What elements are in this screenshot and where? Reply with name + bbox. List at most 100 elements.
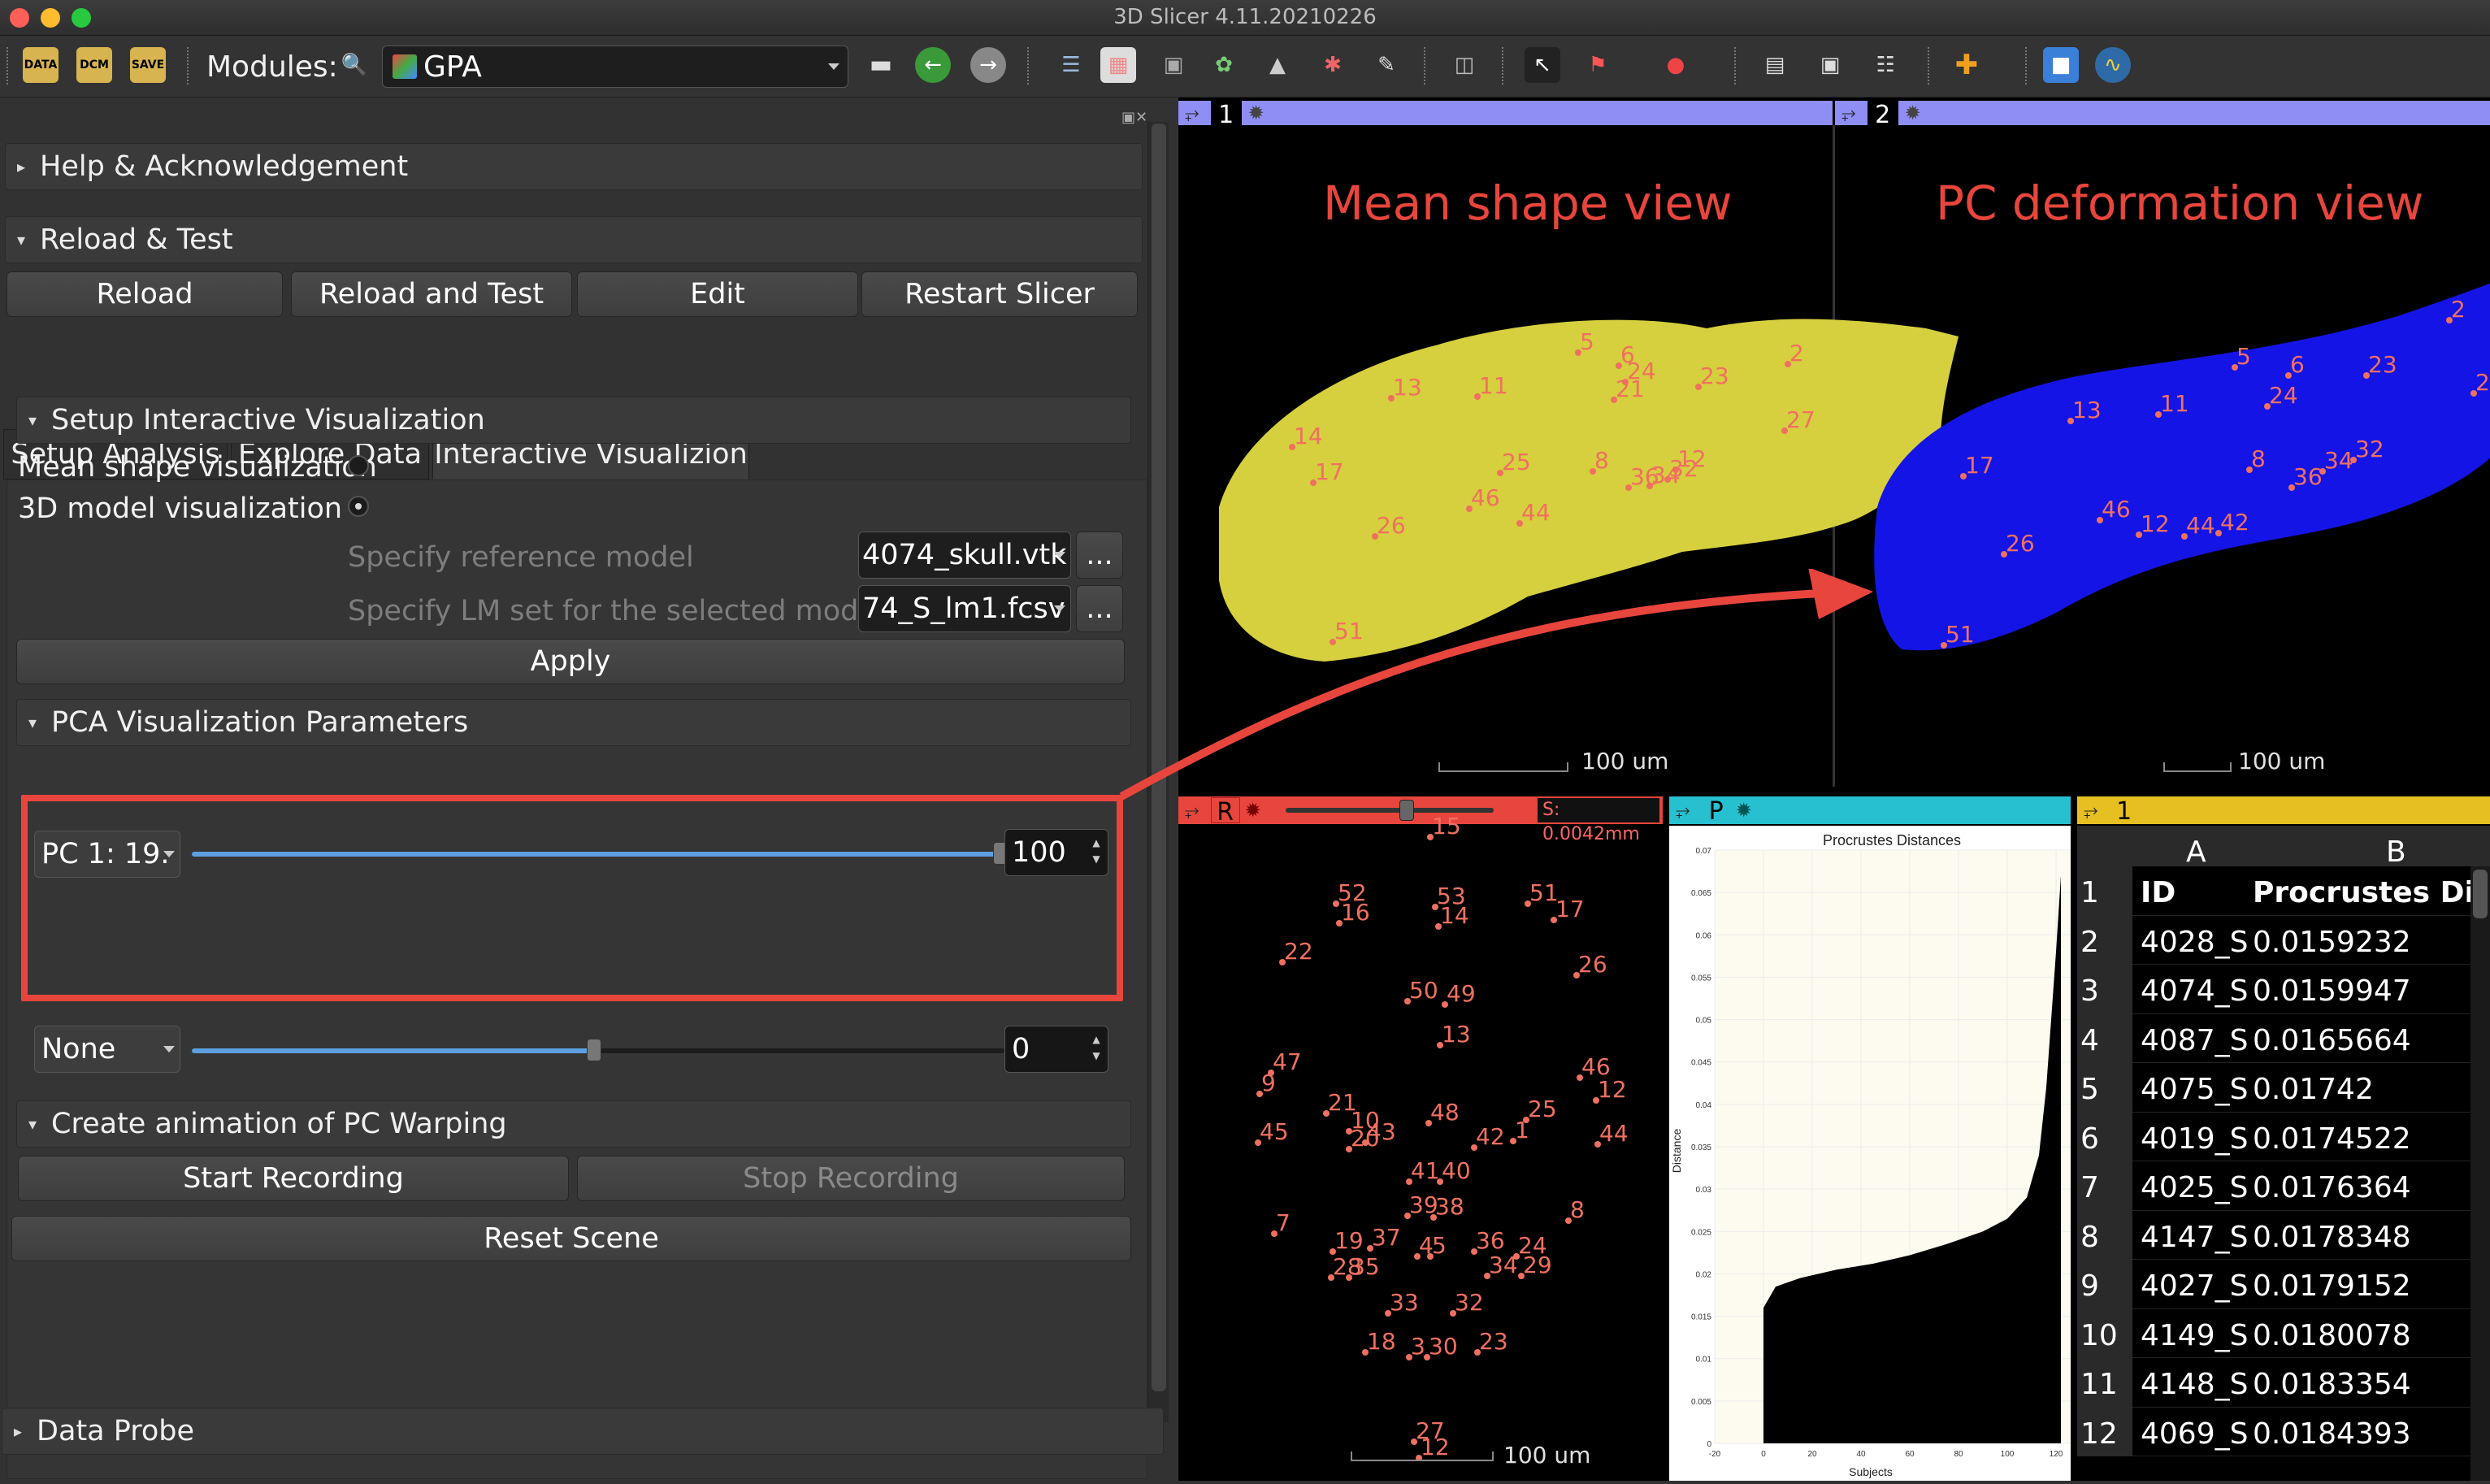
markups-icon[interactable]: ✱ (1315, 47, 1351, 83)
row-number[interactable]: 12 (2080, 1417, 2118, 1451)
row-number[interactable]: 1 (2080, 876, 2099, 909)
pin-icon[interactable]: ⥅ (1841, 103, 1856, 124)
pin-icon[interactable]: ⥅ (2084, 801, 2098, 821)
plot-view-controller-bar[interactable]: ⥅ P ✹ (1669, 796, 2071, 826)
table-scrollbar[interactable] (2470, 866, 2490, 1481)
pc2-select[interactable]: None (34, 1026, 180, 1073)
restart-slicer-button[interactable]: Restart Slicer (861, 271, 1138, 317)
slice-offset-slider[interactable] (1286, 808, 1494, 813)
data-module-icon[interactable]: ☰ (1053, 47, 1089, 83)
place-point-icon[interactable]: ● (1658, 47, 1694, 83)
pca-parameters-section-header[interactable]: ▾ PCA Visualization Parameters (16, 699, 1131, 746)
setup-interactive-section-header[interactable]: ▾ Setup Interactive Visualization (16, 397, 1131, 444)
row-number[interactable]: 11 (2080, 1368, 2118, 1401)
annotation-icon[interactable]: ✎ (1369, 47, 1404, 83)
reload-and-test-button[interactable]: Reload and Test (291, 271, 572, 317)
volumes-icon[interactable]: ▦ (1100, 47, 1136, 83)
distance-cell[interactable]: 0.0180078 (2253, 1319, 2411, 1352)
slice-view-controller-bar[interactable]: ⥅ R ✹ S: 0.0042mm (1178, 796, 1663, 844)
row-number[interactable]: 6 (2080, 1122, 2099, 1156)
view2-controller-bar[interactable]: ⥅ 2 ✹ (1835, 101, 2490, 129)
view-options-icon[interactable]: ✹ (1905, 102, 1921, 124)
python-console-icon[interactable]: ∿ (2095, 47, 2131, 83)
camera-icon[interactable]: ▣ (1812, 47, 1848, 83)
column-header-a[interactable]: A (2186, 835, 2206, 869)
mouse-pointer-icon[interactable]: ↖ (1525, 47, 1560, 83)
extension-manager-icon[interactable]: ■ (2043, 47, 2079, 83)
module-search-icon[interactable]: 🔍 (336, 47, 372, 83)
crosshair-icon[interactable]: ✚ (1949, 47, 1985, 83)
forward-arrow-icon[interactable]: → (970, 47, 1006, 83)
place-fiducial-icon[interactable]: ⚑ (1580, 47, 1616, 83)
mean-shape-radio[interactable] (348, 455, 369, 476)
load-data-icon[interactable]: DATA (23, 47, 59, 83)
row-number[interactable]: 7 (2080, 1171, 2099, 1204)
save-data-icon[interactable]: SAVE (130, 47, 166, 83)
distance-cell[interactable]: 0.0159947 (2253, 974, 2411, 1008)
table-scrollbar-thumb[interactable] (2473, 870, 2488, 918)
id-cell[interactable]: 4019_S (2141, 1122, 2248, 1156)
row-number[interactable]: 5 (2080, 1073, 2099, 1106)
distance-cell[interactable]: 0.0174522 (2253, 1122, 2411, 1156)
plot-options-icon[interactable]: ✹ (1736, 799, 1752, 822)
pin-icon[interactable]: ⥅ (1185, 801, 1199, 821)
id-cell[interactable]: 4027_S (2141, 1269, 2248, 1303)
pc1-select[interactable]: PC 1: 19. (34, 831, 180, 878)
id-cell[interactable]: 4148_S (2141, 1368, 2248, 1401)
distance-cell[interactable]: 0.0184393 (2253, 1417, 2411, 1451)
pc1-value-spinbox[interactable]: 100 ▲ ▼ (1004, 829, 1108, 876)
back-arrow-icon[interactable]: ← (915, 47, 951, 83)
id-cell[interactable]: 4147_S (2141, 1221, 2248, 1254)
id-cell[interactable]: 4087_S (2141, 1024, 2248, 1057)
segment-editor-icon[interactable]: ✿ (1206, 47, 1242, 83)
id-cell[interactable]: 4074_S (2141, 974, 2248, 1008)
pin-icon[interactable]: ⥅ (1185, 103, 1199, 124)
screenshot-icon[interactable]: ▤ (1757, 47, 1793, 83)
data-probe-section-header[interactable]: ▸ Data Probe (2, 1408, 1164, 1455)
row-number[interactable]: 8 (2080, 1221, 2099, 1254)
row-number[interactable]: 2 (2080, 926, 2099, 959)
id-cell[interactable]: 4069_S (2141, 1417, 2248, 1451)
lm-set-select[interactable]: 74_S_lm1.fcsv (858, 585, 1071, 632)
distance-cell[interactable]: 0.0179152 (2253, 1269, 2411, 1303)
models-icon[interactable]: ▣ (1156, 47, 1191, 83)
id-cell[interactable]: 4028_S (2141, 926, 2248, 959)
view-link-icon[interactable]: ☷ (1868, 47, 1903, 83)
table-view-controller-bar[interactable]: ⥅ 1 (2077, 796, 2490, 826)
row-number[interactable]: 4 (2080, 1024, 2099, 1057)
spin-arrows-icon[interactable]: ▲ ▼ (1088, 1031, 1104, 1067)
id-cell[interactable]: 4149_S (2141, 1319, 2248, 1352)
view-options-icon[interactable]: ✹ (1248, 102, 1265, 124)
reload-test-section-header[interactable]: ▾ Reload & Test (5, 216, 1143, 263)
help-section-header[interactable]: ▸ Help & Acknowledgement (5, 143, 1143, 190)
distance-cell[interactable]: 0.0178348 (2253, 1221, 2411, 1254)
slice-options-icon[interactable]: ✹ (1245, 799, 1261, 822)
layout-icon[interactable]: ◫ (1447, 47, 1482, 83)
stop-recording-button[interactable]: Stop Recording (577, 1156, 1125, 1201)
distance-cell[interactable]: 0.0183354 (2253, 1368, 2411, 1401)
spin-arrows-icon[interactable]: ▲ ▼ (1088, 835, 1104, 870)
3d-model-radio[interactable] (348, 496, 369, 517)
distance-cell[interactable]: 0.0159232 (2253, 926, 2411, 959)
pin-icon[interactable]: ⥅ (1676, 801, 1690, 821)
animation-section-header[interactable]: ▾ Create animation of PC Warping (16, 1100, 1131, 1148)
view1-controller-bar[interactable]: ⥅ 1 ✹ (1178, 101, 1833, 129)
row-number[interactable]: 9 (2080, 1269, 2099, 1303)
distance-cell[interactable]: 0.01742 (2253, 1073, 2374, 1106)
slice-offset-handle[interactable] (1399, 800, 1414, 821)
apply-button[interactable]: Apply (16, 639, 1125, 684)
reload-button[interactable]: Reload (7, 271, 283, 317)
module-selector[interactable]: GPA (382, 46, 848, 88)
start-recording-button[interactable]: Start Recording (18, 1156, 569, 1201)
dicom-icon[interactable]: DCM (76, 47, 112, 83)
distance-cell[interactable]: Procrustes Dist (2253, 876, 2490, 909)
id-cell[interactable]: ID (2141, 876, 2175, 909)
distance-cell[interactable]: 0.0176364 (2253, 1171, 2411, 1204)
transforms-icon[interactable]: ▲ (1260, 47, 1295, 83)
pc2-slider-handle[interactable] (587, 1039, 601, 1061)
row-number[interactable]: 10 (2080, 1319, 2118, 1352)
module-history-icon[interactable]: ▬ (863, 47, 899, 83)
id-cell[interactable]: 4075_S (2141, 1073, 2248, 1106)
reference-model-select[interactable]: 4074_skull.vtk (858, 532, 1071, 579)
pc2-value-spinbox[interactable]: 0 ▲ ▼ (1004, 1026, 1108, 1073)
